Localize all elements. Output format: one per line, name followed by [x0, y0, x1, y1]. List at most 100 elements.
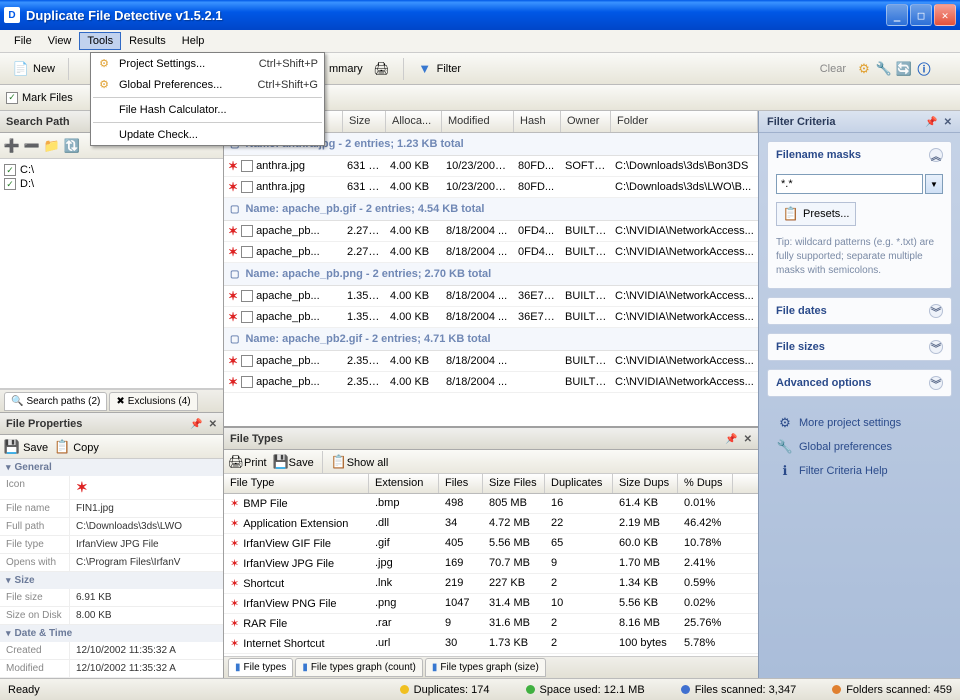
mask-dropdown-button[interactable]: ▼: [925, 174, 943, 194]
results-group-header[interactable]: Name: apache_pb2.gif - 2 entries; 4.71 K…: [224, 328, 758, 351]
menu-item[interactable]: File Hash Calculator...: [91, 100, 324, 120]
drive-row[interactable]: ✓C:\: [4, 163, 219, 177]
menu-item[interactable]: Update Check...: [91, 125, 324, 145]
presets-button[interactable]: 📋 Presets...: [776, 202, 856, 226]
row-checkbox[interactable]: [241, 225, 253, 237]
menu-tools[interactable]: Tools: [79, 32, 121, 50]
refresh-icon[interactable]: 🔄: [896, 61, 912, 77]
column-header[interactable]: Extension: [369, 474, 439, 493]
column-header[interactable]: Hash: [514, 111, 561, 132]
maximize-button[interactable]: □: [910, 4, 932, 26]
drive-row[interactable]: ✓D:\: [4, 177, 219, 191]
row-checkbox[interactable]: [241, 311, 253, 323]
property-group-header[interactable]: Size: [0, 572, 223, 589]
save-button[interactable]: 💾 Save: [4, 439, 48, 455]
close-panel-icon[interactable]: [944, 116, 952, 128]
mark-files-checkbox[interactable]: ✓: [6, 92, 18, 104]
column-header[interactable]: Owner: [561, 111, 611, 132]
menu-help[interactable]: Help: [174, 32, 213, 50]
show-all-button[interactable]: 📋Show all: [331, 454, 389, 470]
row-checkbox[interactable]: [241, 160, 253, 172]
add-path-icon[interactable]: ➕: [4, 138, 20, 154]
file-types-tab[interactable]: ▮File types: [228, 658, 293, 677]
results-row[interactable]: ✶apache_pb...2.27 KB4.00 KB8/18/2004 ...…: [224, 221, 758, 242]
new-button[interactable]: 📄New: [6, 57, 62, 81]
remove-path-icon[interactable]: ➖: [24, 138, 40, 154]
print-button[interactable]: 🖨: [367, 57, 397, 81]
file-types-grid-body[interactable]: ✶BMP File.bmp498805 MB1661.4 KB0.01%✶App…: [224, 494, 758, 656]
results-grid-body[interactable]: Name: anthra.jpg - 2 entries; 1.23 KB to…: [224, 133, 758, 426]
results-row[interactable]: ✶apache_pb...2.27 KB4.00 KB8/18/2004 ...…: [224, 242, 758, 263]
pin-icon[interactable]: [925, 116, 937, 128]
column-header[interactable]: Size Files: [483, 474, 545, 493]
filename-mask-input[interactable]: [776, 174, 923, 194]
left-tab[interactable]: 🔍Search paths (2): [4, 392, 107, 411]
file-types-tab[interactable]: ▮File types graph (size): [425, 658, 546, 677]
pin-icon[interactable]: [190, 418, 202, 430]
filter-link[interactable]: ℹFilter Criteria Help: [777, 459, 942, 483]
menu-item[interactable]: ⚙Global Preferences...Ctrl+Shift+G: [91, 74, 324, 95]
results-row[interactable]: ✶apache_pb...1.35 KB4.00 KB8/18/2004 ...…: [224, 286, 758, 307]
results-row[interactable]: ✶apache_pb...2.35 KB4.00 KB8/18/2004 ...…: [224, 372, 758, 393]
file-type-row[interactable]: ✶BMP File.bmp498805 MB1661.4 KB0.01%: [224, 494, 758, 514]
column-header[interactable]: Files: [439, 474, 483, 493]
filter-button[interactable]: ▼Filter: [410, 57, 468, 81]
results-row[interactable]: ✶anthra.jpg631 b...4.00 KB10/23/2005...8…: [224, 177, 758, 198]
left-tab[interactable]: ✖Exclusions (4): [109, 392, 197, 411]
file-type-row[interactable]: ✶Shortcut.lnk219227 KB21.34 KB0.59%: [224, 574, 758, 594]
property-group-header[interactable]: Date & Time: [0, 625, 223, 642]
property-group-header[interactable]: General: [0, 459, 223, 476]
file-type-row[interactable]: ✶IrfanView PNG File.png104731.4 MB105.56…: [224, 594, 758, 614]
column-header[interactable]: File Type: [224, 474, 369, 493]
menu-results[interactable]: Results: [121, 32, 174, 50]
summary-button-label[interactable]: mmary: [329, 63, 363, 75]
results-row[interactable]: ✶anthra.jpg631 b...4.00 KB10/23/2005...8…: [224, 156, 758, 177]
wrench-icon[interactable]: 🔧: [876, 61, 892, 77]
column-header[interactable]: Size Dups: [613, 474, 678, 493]
menu-item[interactable]: ⚙Project Settings...Ctrl+Shift+P: [91, 53, 324, 74]
pin-icon[interactable]: [725, 433, 737, 445]
filename-masks-header[interactable]: Filename masks︽: [768, 142, 951, 168]
column-header[interactable]: Folder: [611, 111, 758, 132]
drive-checkbox[interactable]: ✓: [4, 164, 16, 176]
close-panel-icon[interactable]: [209, 418, 217, 430]
row-checkbox[interactable]: [241, 290, 253, 302]
column-header[interactable]: Modified: [442, 111, 514, 132]
results-row[interactable]: ✶apache_pb...2.35 KB4.00 KB8/18/2004 ...…: [224, 351, 758, 372]
save-button[interactable]: 💾Save: [273, 454, 314, 470]
row-checkbox[interactable]: [241, 246, 253, 258]
row-checkbox[interactable]: [241, 181, 253, 193]
row-checkbox[interactable]: [241, 376, 253, 388]
menu-view[interactable]: View: [40, 32, 80, 50]
menu-file[interactable]: File: [6, 32, 40, 50]
refresh-paths-icon[interactable]: 🔃: [64, 138, 80, 154]
results-row[interactable]: ✶apache_pb...1.35 KB4.00 KB8/18/2004 ...…: [224, 307, 758, 328]
results-group-header[interactable]: Name: apache_pb.gif - 2 entries; 4.54 KB…: [224, 198, 758, 221]
results-group-header[interactable]: Name: apache_pb.png - 2 entries; 2.70 KB…: [224, 263, 758, 286]
file-type-row[interactable]: ✶Internet Shortcut.url301.73 KB2100 byte…: [224, 634, 758, 654]
filter-section-header[interactable]: File sizes︾: [768, 334, 951, 360]
gear-icon[interactable]: ⚙: [856, 61, 872, 77]
mark-files-label[interactable]: Mark Files: [22, 92, 73, 104]
close-panel-icon[interactable]: [744, 433, 752, 445]
filter-link[interactable]: ⚙More project settings: [777, 411, 942, 435]
print-button[interactable]: 🖨Print: [228, 454, 267, 470]
column-header[interactable]: % Dups: [678, 474, 733, 493]
filter-section-header[interactable]: Advanced options︾: [768, 370, 951, 396]
filter-link[interactable]: 🔧Global preferences: [777, 435, 942, 459]
file-type-row[interactable]: ✶Application Extension.dll344.72 MB222.1…: [224, 514, 758, 534]
close-button[interactable]: ✕: [934, 4, 956, 26]
minimize-button[interactable]: _: [886, 4, 908, 26]
row-checkbox[interactable]: [241, 355, 253, 367]
clear-link[interactable]: Clear: [820, 63, 846, 75]
file-type-row[interactable]: ✶IrfanView GIF File.gif4055.56 MB6560.0 …: [224, 534, 758, 554]
file-type-row[interactable]: ✶RAR File.rar931.6 MB28.16 MB25.76%: [224, 614, 758, 634]
column-header[interactable]: Alloca...: [386, 111, 442, 132]
file-types-tab[interactable]: ▮File types graph (count): [295, 658, 423, 677]
column-header[interactable]: Duplicates: [545, 474, 613, 493]
copy-button[interactable]: 📋 Copy: [54, 439, 99, 455]
column-header[interactable]: Size: [343, 111, 386, 132]
filter-section-header[interactable]: File dates︾: [768, 298, 951, 324]
info-icon[interactable]: ⓘ: [916, 61, 932, 77]
drive-checkbox[interactable]: ✓: [4, 178, 16, 190]
